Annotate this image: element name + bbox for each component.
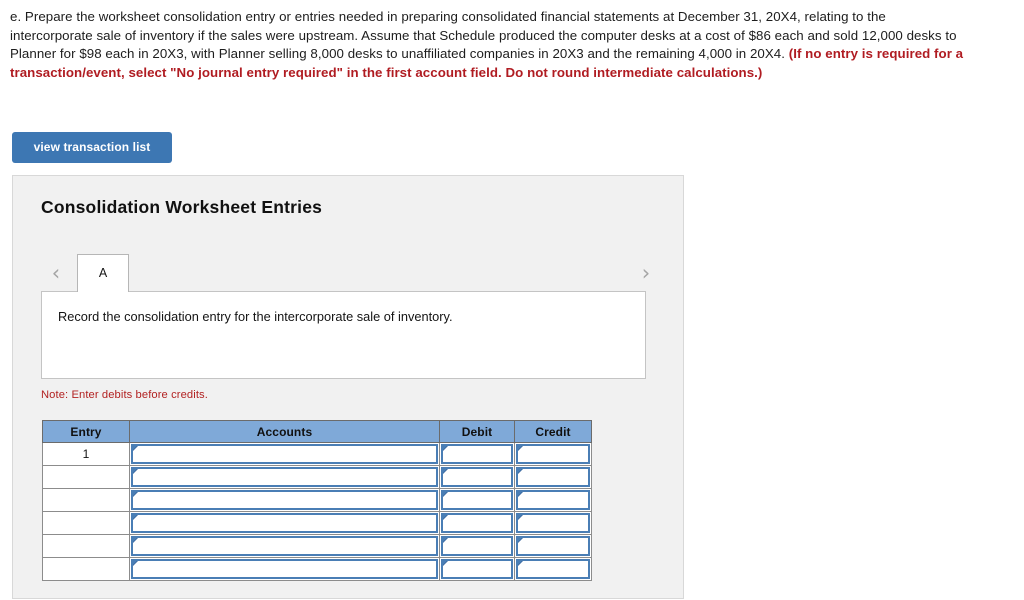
- credit-input-4[interactable]: [516, 536, 590, 556]
- entry-number-cell: [42, 511, 130, 535]
- chevron-left-icon[interactable]: ‹: [45, 260, 67, 286]
- journal-table-body: 1: [42, 442, 592, 581]
- debit-input-cell[interactable]: [439, 557, 515, 581]
- credit-input-cell[interactable]: [514, 557, 592, 581]
- account-select-cell[interactable]: [129, 442, 440, 466]
- tab-strip: ‹ A ›: [13, 254, 683, 292]
- entry-number-cell: [42, 488, 130, 512]
- entry-number-cell: 1: [42, 442, 130, 466]
- entry-number-cell: [42, 557, 130, 581]
- entry-number-cell: [42, 534, 130, 558]
- account-select-cell[interactable]: [129, 465, 440, 489]
- account-select-1[interactable]: [131, 467, 438, 487]
- debit-input-cell[interactable]: [439, 511, 515, 535]
- tab-a[interactable]: A: [77, 254, 129, 292]
- debit-input-cell[interactable]: [439, 465, 515, 489]
- debit-input-2[interactable]: [441, 490, 513, 510]
- account-select-4[interactable]: [131, 536, 438, 556]
- account-select-5[interactable]: [131, 559, 438, 579]
- debit-input-cell[interactable]: [439, 442, 515, 466]
- debit-input-cell[interactable]: [439, 488, 515, 512]
- table-row: [42, 557, 592, 581]
- column-header-accounts: Accounts: [129, 420, 440, 443]
- credit-input-cell[interactable]: [514, 511, 592, 535]
- account-select-cell[interactable]: [129, 511, 440, 535]
- account-select-3[interactable]: [131, 513, 438, 533]
- table-row: [42, 534, 592, 558]
- credit-input-cell[interactable]: [514, 465, 592, 489]
- table-row: [42, 488, 592, 512]
- debit-input-cell[interactable]: [439, 534, 515, 558]
- consolidation-worksheet-card: Consolidation Worksheet Entries ‹ A › Re…: [12, 175, 684, 599]
- journal-entry-table: Entry Accounts Debit Credit 1: [42, 420, 592, 581]
- entry-number-cell: [42, 465, 130, 489]
- credit-input-cell[interactable]: [514, 534, 592, 558]
- credit-input-5[interactable]: [516, 559, 590, 579]
- question-prompt: e. Prepare the worksheet consolidation e…: [10, 8, 970, 82]
- debit-input-1[interactable]: [441, 467, 513, 487]
- debit-input-3[interactable]: [441, 513, 513, 533]
- column-header-credit: Credit: [514, 420, 592, 443]
- table-header-row: Entry Accounts Debit Credit: [42, 420, 592, 443]
- account-select-cell[interactable]: [129, 534, 440, 558]
- card-title: Consolidation Worksheet Entries: [41, 197, 323, 217]
- chevron-right-icon[interactable]: ›: [635, 260, 657, 286]
- account-select-cell[interactable]: [129, 557, 440, 581]
- column-header-entry: Entry: [42, 420, 130, 443]
- account-select-2[interactable]: [131, 490, 438, 510]
- debit-input-5[interactable]: [441, 559, 513, 579]
- credit-input-2[interactable]: [516, 490, 590, 510]
- table-row: 1: [42, 442, 592, 466]
- credit-input-1[interactable]: [516, 467, 590, 487]
- column-header-debit: Debit: [439, 420, 515, 443]
- debits-before-credits-note: Note: Enter debits before credits.: [41, 389, 208, 401]
- instruction-box: Record the consolidation entry for the i…: [41, 291, 646, 379]
- view-transaction-list-button[interactable]: view transaction list: [12, 132, 172, 163]
- credit-input-cell[interactable]: [514, 442, 592, 466]
- account-select-cell[interactable]: [129, 488, 440, 512]
- credit-input-cell[interactable]: [514, 488, 592, 512]
- debit-input-0[interactable]: [441, 444, 513, 464]
- debit-input-4[interactable]: [441, 536, 513, 556]
- table-row: [42, 511, 592, 535]
- credit-input-3[interactable]: [516, 513, 590, 533]
- account-select-0[interactable]: [131, 444, 438, 464]
- credit-input-0[interactable]: [516, 444, 590, 464]
- instruction-text: Record the consolidation entry for the i…: [58, 309, 453, 324]
- table-row: [42, 465, 592, 489]
